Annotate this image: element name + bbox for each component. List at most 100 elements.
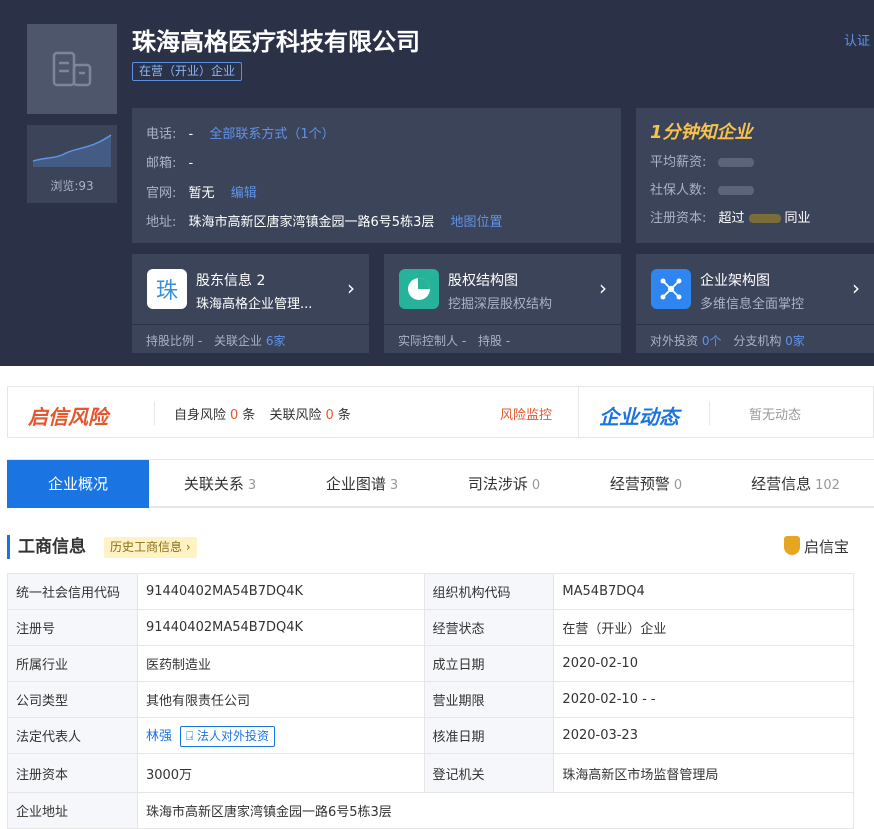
- business-info-table: 统一社会信用代码 91440402MA54B7DQ4K 组织机构代码 MA54B…: [7, 573, 855, 829]
- cell-value: 在营（开业）企业: [553, 609, 854, 646]
- related-risk-label: 关联风险: [269, 408, 322, 423]
- pie-chart-icon: [399, 269, 439, 309]
- insured-row: 社保人数:: [650, 179, 755, 198]
- address-row: 地址: 珠海市高新区唐家湾镇金园一路6号5栋3层 地图位置: [146, 211, 503, 230]
- risk-unit: 条: [242, 408, 256, 423]
- legal-rep-investment-button[interactable]: ⍈ 法人对外投资: [179, 725, 275, 747]
- tab-litigation[interactable]: 司法涉诉 0: [433, 460, 575, 508]
- tab-label: 企业概况: [47, 475, 108, 493]
- quick-know-panel: 1分钟知企业 平均薪资: 社保人数: 注册资本: 超过 同业: [636, 108, 874, 243]
- tab-graph[interactable]: 企业图谱 3: [291, 460, 433, 508]
- cell-value: MA54B7DQ4: [553, 573, 854, 610]
- org-structure-card[interactable]: 企业架构图 多维信息全面掌控 › 对外投资 0个 分支机构 0家: [636, 254, 874, 353]
- card-title: 股权结构图: [448, 273, 518, 289]
- trend-chart-icon: [32, 134, 112, 167]
- tab-relations[interactable]: 关联关系 3: [149, 460, 291, 508]
- quick-know-title: 1分钟知企业: [650, 122, 753, 143]
- card-footer-a: 持股比例 -: [146, 334, 203, 348]
- table-row: 所属行业 医药制造业 成立日期 2020-02-10: [7, 645, 854, 682]
- card-footer-a: 实际控制人 -: [398, 334, 467, 348]
- chevron-right-icon: ›: [852, 276, 860, 300]
- risk-monitor-link[interactable]: 风险监控: [500, 404, 552, 423]
- risk-bar: 启信风险 自身风险 0 条 关联风险 0 条 风险监控 企业动态 暂无动态: [7, 386, 874, 438]
- company-logo-placeholder: [27, 24, 117, 114]
- cell-value: 3000万: [136, 753, 425, 793]
- cell-value: 其他有限责任公司: [136, 681, 425, 718]
- map-location-link[interactable]: 地图位置: [451, 215, 503, 230]
- equity-structure-card[interactable]: 股权结构图 挖掘深层股权结构 › 实际控制人 - 持股 -: [384, 254, 621, 353]
- status-badge: 在营（开业）企业: [132, 62, 243, 81]
- risk-logo: 启信风险: [28, 405, 108, 429]
- card-footer: 持股比例 - 关联企业 6家: [146, 332, 285, 349]
- cell-label: 公司类型: [7, 681, 138, 718]
- shareholder-card[interactable]: 珠 股东信息 2 珠海高格企业管理... › 持股比例 - 关联企业 6家: [132, 254, 369, 353]
- risk-summary: 自身风险 0 条 关联风险 0 条: [174, 404, 351, 423]
- cell-label: 组织机构代码: [423, 573, 555, 610]
- cell-label: 企业地址: [7, 792, 138, 829]
- history-info-button[interactable]: 历史工商信息 ›: [104, 537, 197, 558]
- cell-label: 成立日期: [423, 645, 555, 682]
- tab-warnings[interactable]: 经营预警 0: [575, 460, 717, 508]
- card-title: 股东信息 2: [196, 273, 266, 289]
- legal-rep-link[interactable]: 林强: [146, 729, 172, 744]
- phone-row: 电话: - 全部联系方式（1个）: [146, 123, 335, 142]
- card-title: 企业架构图: [700, 273, 770, 289]
- view-stats: 浏览:93: [27, 125, 117, 203]
- dynamics-logo: 企业动态: [599, 405, 679, 429]
- website-label: 官网:: [146, 186, 177, 201]
- capital-compare-row: 注册资本: 超过 同业: [650, 207, 811, 226]
- brand-text: 启信宝: [804, 538, 850, 556]
- table-row: 统一社会信用代码 91440402MA54B7DQ4K 组织机构代码 MA54B…: [7, 573, 854, 610]
- card-subtitle: 珠海高格企业管理...: [196, 297, 313, 312]
- view-count: 浏览:93: [50, 179, 94, 193]
- cell-value: 2020-02-10 - -: [553, 681, 854, 718]
- card-footer-a-value[interactable]: 0个: [702, 334, 722, 348]
- tab-count: 102: [815, 478, 840, 493]
- table-row: 企业地址 珠海市高新区唐家湾镇金园一路6号5栋3层: [7, 792, 855, 829]
- self-risk-label: 自身风险: [174, 408, 227, 423]
- card-subtitle: 挖掘深层股权结构: [448, 297, 553, 312]
- address-value: 珠海市高新区唐家湾镇金园一路6号5栋3层: [188, 215, 435, 230]
- section-title: 工商信息: [7, 535, 86, 559]
- cell-value: 2020-03-23: [553, 717, 854, 754]
- blurred-value: [718, 158, 755, 167]
- cell-value: 91440402MA54B7DQ4K: [136, 609, 425, 646]
- edit-website-link[interactable]: 编辑: [231, 186, 257, 201]
- tab-count: 0: [673, 478, 683, 493]
- cell-label: 经营状态: [423, 609, 555, 646]
- tab-label: 经营预警: [609, 475, 670, 493]
- table-row: 法定代表人 林强 ⍈ 法人对外投资 核准日期 2020-03-23: [7, 717, 854, 754]
- all-contacts-link[interactable]: 全部联系方式（1个）: [209, 127, 334, 142]
- cell-value: 珠海高新区市场监督管理局: [553, 753, 854, 793]
- chevron-right-icon: ›: [347, 276, 355, 300]
- no-dynamics-text: 暂无动态: [749, 408, 802, 423]
- related-risk-count[interactable]: 0: [325, 408, 333, 423]
- blurred-percent: [748, 214, 781, 223]
- tab-business-info[interactable]: 经营信息 102: [717, 460, 874, 508]
- card-footer: 对外投资 0个 分支机构 0家: [650, 332, 805, 349]
- tab-label: 司法涉诉: [467, 475, 528, 493]
- tab-overview[interactable]: 企业概况: [7, 460, 149, 508]
- company-header: 浏览:93 珠海高格医疗科技有限公司 在营（开业）企业 认证 电话: - 全部联…: [0, 0, 874, 366]
- card-footer-b-value[interactable]: 6家: [266, 334, 286, 348]
- avg-salary-label: 平均薪资:: [650, 155, 707, 170]
- capital-compare-prefix: 超过: [718, 211, 745, 226]
- website-value: 暂无: [188, 186, 215, 201]
- cell-value: 医药制造业: [136, 645, 425, 682]
- certify-link[interactable]: 认证: [844, 30, 870, 49]
- company-initial-icon: 珠: [147, 269, 187, 309]
- self-risk-count[interactable]: 0: [230, 408, 238, 423]
- card-footer: 实际控制人 - 持股 -: [398, 332, 510, 349]
- tab-count: 3: [389, 478, 399, 493]
- cell-value: 2020-02-10: [553, 645, 854, 682]
- button-label: 法人对外投资: [196, 728, 269, 743]
- chevron-right-icon: ›: [599, 276, 607, 300]
- shield-icon: [784, 536, 800, 555]
- insured-label: 社保人数:: [650, 183, 707, 198]
- card-footer-b-value[interactable]: 0家: [785, 334, 805, 348]
- tab-label: 企业图谱: [325, 475, 386, 493]
- tab-count: 0: [531, 478, 541, 493]
- cell-value: 林强 ⍈ 法人对外投资: [136, 717, 425, 754]
- building-icon: [52, 51, 92, 87]
- card-footer-b: 关联企业: [213, 334, 262, 348]
